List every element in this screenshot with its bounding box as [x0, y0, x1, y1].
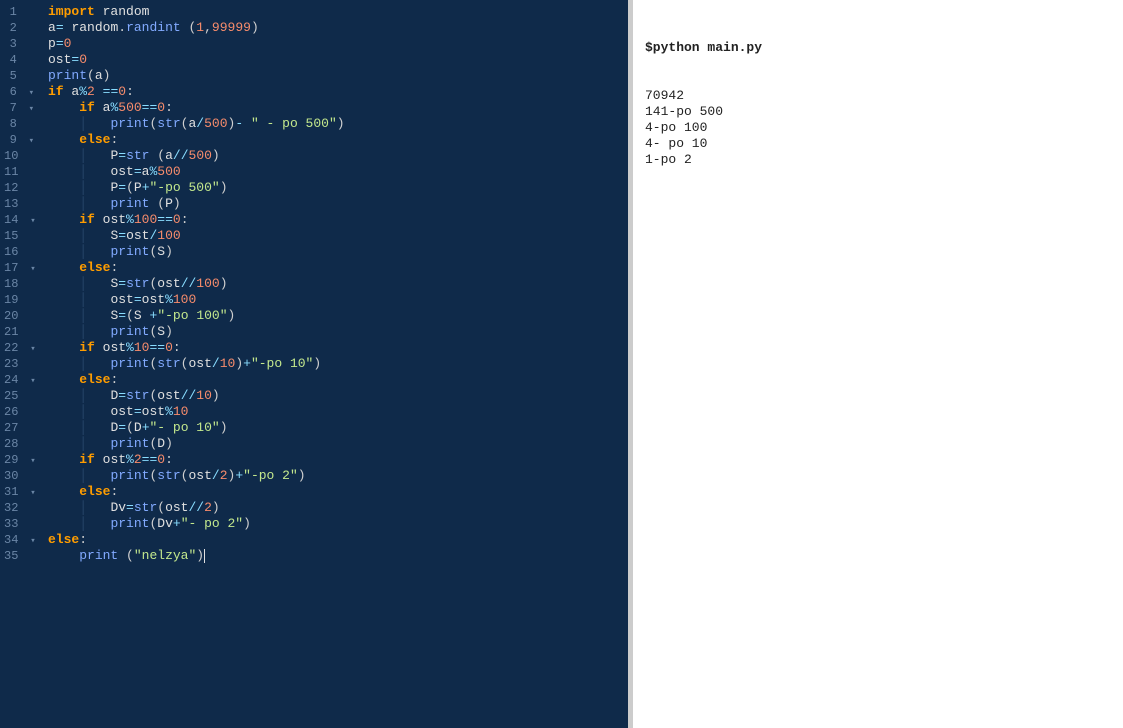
line-number: 18 [4, 276, 34, 292]
fold-icon[interactable]: ▾ [28, 485, 36, 501]
code-line[interactable]: │ print(Dv+"- po 2") [48, 516, 622, 532]
line-number: 9 ▾ [4, 132, 34, 148]
line-number: 17 ▾ [4, 260, 34, 276]
line-number: 3 [4, 36, 34, 52]
code-line[interactable]: │ ost=ost%10 [48, 404, 622, 420]
line-number: 31 ▾ [4, 484, 34, 500]
line-number: 19 [4, 292, 34, 308]
code-line[interactable]: │ S=ost/100 [48, 228, 622, 244]
line-number: 1 [4, 4, 34, 20]
line-number: 6 ▾ [4, 84, 34, 100]
line-number: 20 [4, 308, 34, 324]
code-line[interactable]: if ost%100==0: [48, 212, 622, 228]
output-lines: 70942141-po 5004-po 1004- po 101-po 2 [645, 88, 1111, 168]
code-line[interactable]: print(a) [48, 68, 622, 84]
line-number: 21 [4, 324, 34, 340]
line-number: 11 [4, 164, 34, 180]
output-command: $python main.py [645, 40, 1111, 56]
code-line[interactable]: │ print (P) [48, 196, 622, 212]
fold-icon[interactable]: ▾ [28, 533, 36, 549]
code-line[interactable]: │ print(D) [48, 436, 622, 452]
code-line[interactable]: │ print(S) [48, 324, 622, 340]
code-line[interactable]: │ print(str(ost/10)+"-po 10") [48, 356, 622, 372]
line-number: 24 ▾ [4, 372, 34, 388]
line-number: 13 [4, 196, 34, 212]
code-line[interactable]: else: [48, 132, 622, 148]
line-number: 5 [4, 68, 34, 84]
code-line[interactable]: │ S=str(ost//100) [48, 276, 622, 292]
line-number: 30 [4, 468, 34, 484]
code-line[interactable]: │ ost=a%500 [48, 164, 622, 180]
line-number: 35 [4, 548, 34, 564]
fold-icon[interactable]: ▾ [26, 101, 34, 117]
line-number: 29 ▾ [4, 452, 34, 468]
code-line[interactable]: │ S=(S +"-po 100") [48, 308, 622, 324]
code-line[interactable]: │ ost=ost%100 [48, 292, 622, 308]
code-line[interactable]: │ P=(P+"-po 500") [48, 180, 622, 196]
code-line[interactable]: │ print(str(a/500)- " - po 500") [48, 116, 622, 132]
line-number: 23 [4, 356, 34, 372]
code-line[interactable]: │ P=str (a//500) [48, 148, 622, 164]
output-line: 4- po 10 [645, 136, 1111, 152]
fold-icon[interactable]: ▾ [28, 261, 36, 277]
code-line[interactable]: if ost%10==0: [48, 340, 622, 356]
line-number: 7 ▾ [4, 100, 34, 116]
code-line[interactable]: │ D=str(ost//10) [48, 388, 622, 404]
editor-pane[interactable]: 1 2 3 4 5 6 ▾7 ▾8 9 ▾10 11 12 13 14 ▾15 … [0, 0, 628, 728]
code-line[interactable]: print ("nelzya") [48, 548, 622, 564]
line-number: 16 [4, 244, 34, 260]
line-number: 4 [4, 52, 34, 68]
code-line[interactable]: ost=0 [48, 52, 622, 68]
line-number: 2 [4, 20, 34, 36]
line-number: 22 ▾ [4, 340, 34, 356]
line-number: 25 [4, 388, 34, 404]
code-line[interactable]: else: [48, 484, 622, 500]
line-number: 27 [4, 420, 34, 436]
code-line[interactable]: │ print(S) [48, 244, 622, 260]
line-number: 34 ▾ [4, 532, 34, 548]
fold-icon[interactable]: ▾ [28, 341, 36, 357]
output-pane[interactable]: $python main.py 70942141-po 5004-po 1004… [633, 0, 1123, 728]
fold-icon[interactable]: ▾ [28, 213, 36, 229]
code-line[interactable]: if a%500==0: [48, 100, 622, 116]
code-line[interactable]: import random [48, 4, 622, 20]
line-number: 33 [4, 516, 34, 532]
fold-icon[interactable]: ▾ [26, 133, 34, 149]
line-number: 10 [4, 148, 34, 164]
code-line[interactable]: a= random.randint (1,99999) [48, 20, 622, 36]
code-line[interactable]: else: [48, 372, 622, 388]
fold-icon[interactable]: ▾ [26, 85, 34, 101]
code-line[interactable]: │ D=(D+"- po 10") [48, 420, 622, 436]
line-number: 12 [4, 180, 34, 196]
fold-icon[interactable]: ▾ [28, 453, 36, 469]
code-line[interactable]: else: [48, 260, 622, 276]
line-number: 28 [4, 436, 34, 452]
code-line[interactable]: if ost%2==0: [48, 452, 622, 468]
output-line: 1-po 2 [645, 152, 1111, 168]
line-number: 26 [4, 404, 34, 420]
output-line: 70942 [645, 88, 1111, 104]
code-line[interactable]: p=0 [48, 36, 622, 52]
code-area[interactable]: import randoma= random.randint (1,99999)… [42, 0, 628, 728]
line-number: 14 ▾ [4, 212, 34, 228]
line-number: 15 [4, 228, 34, 244]
code-line[interactable]: if a%2 ==0: [48, 84, 622, 100]
line-number: 32 [4, 500, 34, 516]
code-line[interactable]: │ Dv=str(ost//2) [48, 500, 622, 516]
code-line[interactable]: │ print(str(ost/2)+"-po 2") [48, 468, 622, 484]
output-line: 4-po 100 [645, 120, 1111, 136]
line-number: 8 [4, 116, 34, 132]
fold-icon[interactable]: ▾ [28, 373, 36, 389]
line-number-gutter: 1 2 3 4 5 6 ▾7 ▾8 9 ▾10 11 12 13 14 ▾15 … [0, 0, 42, 728]
output-line: 141-po 500 [645, 104, 1111, 120]
code-line[interactable]: else: [48, 532, 622, 548]
